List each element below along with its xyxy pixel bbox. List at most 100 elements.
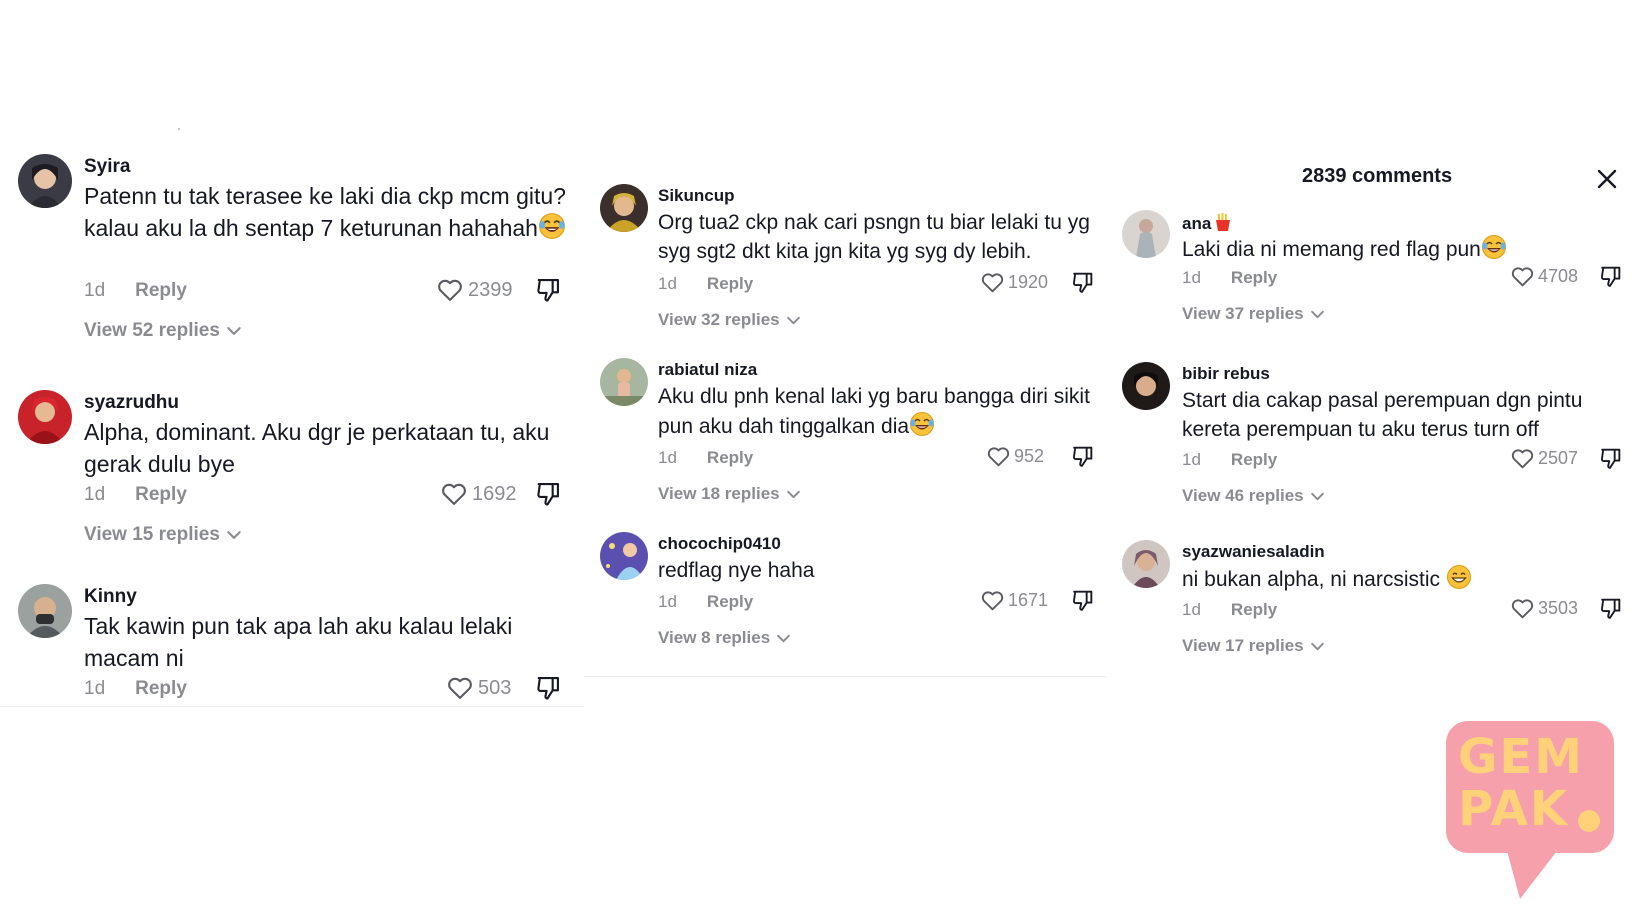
logo-line-2: PAK <box>1458 781 1570 837</box>
reply-button[interactable]: Reply <box>707 592 753 611</box>
like-button[interactable]: 1671 <box>980 588 1048 613</box>
view-replies-label: View 8 replies <box>658 628 771 647</box>
heart-icon <box>986 444 1011 469</box>
view-replies-button[interactable]: View 37 replies <box>1182 304 1325 324</box>
like-button[interactable]: 4708 <box>1510 264 1578 289</box>
like-button[interactable]: 3503 <box>1510 596 1578 621</box>
comment-username[interactable]: bibir rebus <box>1182 364 1270 384</box>
thumbs-down-icon[interactable] <box>1598 596 1623 621</box>
comment-meta: 1d Reply <box>84 280 187 302</box>
avatar[interactable] <box>1122 540 1170 588</box>
reply-button[interactable]: Reply <box>707 274 753 293</box>
comments-column-right: 2839 comments ana Laki dia ni memang red… <box>1106 0 1640 700</box>
avatar[interactable] <box>600 184 648 232</box>
view-replies-label: View 52 replies <box>84 320 220 341</box>
thumbs-down-icon[interactable] <box>1598 446 1623 471</box>
comment-username[interactable]: Syira <box>84 156 130 178</box>
like-count: 3503 <box>1538 598 1579 618</box>
like-button[interactable]: 952 <box>986 444 1044 469</box>
comment-username[interactable]: Kinny <box>84 586 137 608</box>
avatar[interactable] <box>18 584 72 638</box>
comment-meta: 1d Reply <box>1182 450 1277 470</box>
comment-time: 1d <box>658 592 677 611</box>
reply-button[interactable]: Reply <box>1231 268 1277 287</box>
chevron-down-icon <box>226 527 242 543</box>
thumbs-down-icon[interactable] <box>534 276 562 304</box>
comment-username[interactable]: chocochip0410 <box>658 534 781 554</box>
comment-text: Alpha, dominant. Aku dgr je perkataan tu… <box>84 419 550 477</box>
like-button[interactable]: 2399 <box>436 276 513 304</box>
view-replies-button[interactable]: View 8 replies <box>658 628 791 648</box>
avatar[interactable] <box>1122 210 1170 258</box>
view-replies-button[interactable]: View 17 replies <box>1182 636 1325 656</box>
avatar[interactable] <box>600 358 648 406</box>
comment-time: 1d <box>658 274 677 293</box>
view-replies-button[interactable]: View 46 replies <box>1182 486 1325 506</box>
comment-time: 1d <box>1182 600 1201 619</box>
like-button[interactable]: 1692 <box>440 480 517 508</box>
reply-button[interactable]: Reply <box>1231 450 1277 469</box>
heart-icon <box>980 270 1005 295</box>
like-button[interactable]: 503 <box>446 674 511 702</box>
view-replies-label: View 46 replies <box>1182 486 1304 505</box>
comment-time: 1d <box>84 280 106 301</box>
comment-text: Aku dlu pnh kenal laki yg baru bangga di… <box>658 382 1098 441</box>
comment-username[interactable]: syazwaniesaladin <box>1182 542 1325 562</box>
heart-icon <box>1510 446 1535 471</box>
view-replies-button[interactable]: View 15 replies <box>84 524 242 546</box>
view-replies-label: View 37 replies <box>1182 304 1304 323</box>
like-count: 1692 <box>472 482 517 505</box>
thumbs-down-icon[interactable] <box>534 480 562 508</box>
laughing-tears-emoji-icon <box>1481 234 1507 260</box>
comment-text-content: Aku dlu pnh kenal laki yg baru bangga di… <box>658 385 1090 438</box>
avatar[interactable] <box>1122 362 1170 410</box>
reply-button[interactable]: Reply <box>135 678 187 699</box>
reply-button[interactable]: Reply <box>1231 600 1277 619</box>
laughing-tears-emoji-icon <box>538 212 566 240</box>
view-replies-button[interactable]: View 18 replies <box>658 484 801 504</box>
chevron-down-icon <box>786 313 801 328</box>
laughing-tears-emoji-icon <box>909 411 935 437</box>
chevron-down-icon <box>1310 639 1325 654</box>
like-count: 2399 <box>468 278 513 301</box>
view-replies-label: View 32 replies <box>658 310 780 329</box>
thumbs-down-icon[interactable] <box>1070 270 1095 295</box>
comment-username[interactable]: rabiatul niza <box>658 360 757 380</box>
like-button[interactable]: 2507 <box>1510 446 1578 471</box>
avatar[interactable] <box>18 154 72 208</box>
comment-username[interactable]: ana <box>1182 212 1233 234</box>
view-replies-button[interactable]: View 52 replies <box>84 320 242 342</box>
view-replies-button[interactable]: View 32 replies <box>658 310 801 330</box>
thumbs-down-icon[interactable] <box>1070 444 1095 469</box>
comment-text-content: Laki dia ni memang red flag pun <box>1182 238 1481 261</box>
close-icon[interactable] <box>1594 166 1620 192</box>
comment-text-content: ni bukan alpha, ni narcsistic <box>1182 568 1446 591</box>
chevron-down-icon <box>786 487 801 502</box>
thumbs-down-icon[interactable] <box>534 674 562 702</box>
chevron-down-icon <box>1310 307 1325 322</box>
comment-username[interactable]: Sikuncup <box>658 186 735 206</box>
avatar[interactable] <box>600 532 648 580</box>
comment-time: 1d <box>84 678 106 699</box>
reply-button[interactable]: Reply <box>135 484 187 505</box>
thumbs-down-icon[interactable] <box>1070 588 1095 613</box>
reply-button[interactable]: Reply <box>135 280 187 301</box>
comment-text-content: Patenn tu tak terasee ke laki dia ckp mc… <box>84 183 566 241</box>
comment-username[interactable]: syazrudhu <box>84 392 179 414</box>
fries-emoji-icon <box>1213 212 1233 232</box>
thumbs-down-icon[interactable] <box>1598 264 1623 289</box>
heart-icon <box>446 674 474 702</box>
like-count: 503 <box>478 676 512 699</box>
avatar[interactable] <box>18 390 72 444</box>
comments-column-left: Syira Patenn tu tak terasee ke laki dia … <box>0 0 584 707</box>
like-button[interactable]: 1920 <box>980 270 1048 295</box>
reply-button[interactable]: Reply <box>707 448 753 467</box>
grinning-emoji-icon <box>1446 564 1472 590</box>
logo-text: GEM PAK <box>1458 731 1584 835</box>
like-count: 952 <box>1014 446 1045 466</box>
comment-text: ni bukan alpha, ni narcsistic <box>1182 564 1622 594</box>
comment-meta: 1d Reply <box>84 484 187 506</box>
comment-text: redflag nye haha <box>658 559 815 582</box>
comment-time: 1d <box>1182 268 1201 287</box>
comment-meta: 1d Reply <box>658 274 753 294</box>
